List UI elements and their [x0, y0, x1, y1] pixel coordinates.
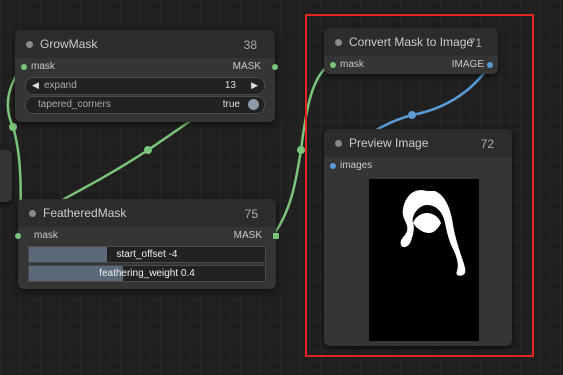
slot-row: mask MASK — [15, 58, 278, 76]
tapered-corners-toggle[interactable]: tapered_corners true — [25, 96, 265, 114]
preview-image-node[interactable]: Preview Image 72 images — [324, 129, 512, 346]
increment-arrow-icon[interactable]: ▶ — [251, 80, 258, 91]
collapse-dot-icon[interactable] — [335, 140, 342, 147]
output-slot-grid-icon[interactable] — [273, 233, 279, 239]
input-label: mask — [31, 61, 55, 72]
widget-name: start_offset — [116, 249, 166, 260]
node-title: Preview Image — [349, 136, 429, 150]
node-title: FeatheredMask — [43, 206, 127, 220]
feathering-weight-slider[interactable]: feathering_weight 0.4 — [28, 265, 266, 282]
growmask-node[interactable]: GrowMask 38 mask MASK ◀ expand 13 ▶ tape… — [15, 30, 278, 122]
input-slot-icon[interactable] — [15, 233, 21, 239]
node-id: 75 — [244, 207, 258, 221]
widget-value: -4 — [168, 249, 178, 260]
output-label: MASK — [233, 230, 262, 241]
node-header[interactable]: GrowMask 38 — [15, 30, 275, 58]
widget-name: tapered_corners — [38, 99, 111, 110]
widget-name: feathering_weight — [99, 268, 179, 279]
wire-midpoint-dot — [408, 111, 416, 119]
slot-row: mask MASK — [15, 227, 279, 245]
widget-name: expand — [44, 80, 77, 91]
node-id: 72 — [480, 137, 494, 151]
widget-value: 13 — [224, 80, 236, 91]
toggle-knob-icon[interactable] — [248, 99, 259, 110]
node-header[interactable]: Convert Mask to Image 71 — [324, 28, 498, 56]
wire-midpoint-dot — [144, 146, 152, 154]
offscreen-node[interactable] — [0, 150, 12, 202]
node-title: Convert Mask to Image — [349, 35, 474, 49]
output-slot-icon[interactable] — [487, 62, 493, 68]
wire-reroute-dot — [9, 123, 17, 131]
input-label: mask — [34, 230, 58, 241]
preview-image[interactable] — [369, 179, 479, 341]
node-id: 71 — [468, 36, 482, 50]
decrement-arrow-icon[interactable]: ◀ — [32, 80, 39, 91]
slot-row: images — [324, 157, 512, 175]
slider-text: feathering_weight 0.4 — [29, 268, 265, 279]
node-title: GrowMask — [40, 37, 98, 51]
expand-widget[interactable]: ◀ expand 13 ▶ — [25, 77, 265, 95]
node-header[interactable]: FeatheredMask 75 — [18, 199, 276, 227]
input-slot-icon[interactable] — [330, 62, 336, 68]
widget-value: 0.4 — [180, 268, 195, 279]
input-label: mask — [340, 59, 364, 70]
input-label: images — [340, 160, 373, 171]
input-slot-icon[interactable] — [330, 163, 336, 169]
widget-value: true — [222, 99, 240, 110]
wire-midpoint-dot — [297, 146, 305, 154]
collapse-dot-icon[interactable] — [26, 41, 33, 48]
output-slot-icon[interactable] — [272, 64, 278, 70]
featheredmask-node[interactable]: FeatheredMask 75 mask MASK start_offset … — [15, 199, 279, 289]
output-label: MASK — [232, 61, 261, 72]
convert-mask-to-image-node[interactable]: Convert Mask to Image 71 mask IMAGE — [324, 28, 498, 74]
silhouette-icon — [400, 190, 466, 276]
slot-row: mask IMAGE — [324, 56, 498, 74]
node-header[interactable]: Preview Image 72 — [324, 129, 512, 157]
output-label: IMAGE — [451, 59, 484, 70]
start-offset-slider[interactable]: start_offset -4 — [28, 246, 266, 263]
slider-text: start_offset -4 — [29, 249, 265, 260]
collapse-dot-icon[interactable] — [335, 39, 342, 46]
input-slot-icon[interactable] — [21, 64, 27, 70]
collapse-dot-icon[interactable] — [29, 210, 36, 217]
node-id: 38 — [243, 38, 257, 52]
